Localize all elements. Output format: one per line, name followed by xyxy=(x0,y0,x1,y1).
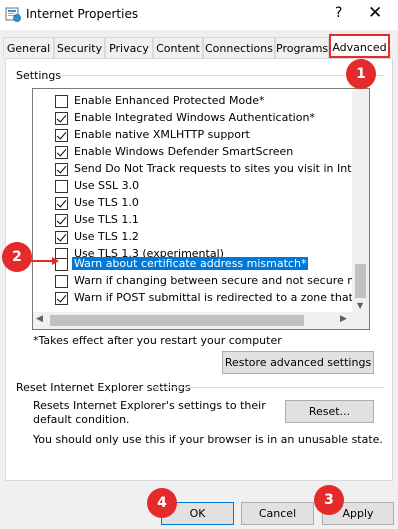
list-item-label: Use TLS 1.2 xyxy=(74,230,139,243)
checkbox[interactable] xyxy=(55,214,68,227)
vertical-scrollbar[interactable]: ▼ xyxy=(352,89,369,312)
settings-group-label: Settings xyxy=(16,69,62,82)
list-item-label: Enable Enhanced Protected Mode* xyxy=(74,94,265,107)
tab-programs[interactable]: Programs xyxy=(275,37,329,58)
list-item[interactable]: Enable native XMLHTTP support xyxy=(33,125,355,143)
reset-button[interactable]: Reset... xyxy=(285,400,374,423)
cancel-button[interactable]: Cancel xyxy=(241,502,314,525)
annotation-badge-3: 3 xyxy=(314,485,344,515)
annotation-badge-1: 1 xyxy=(346,59,376,89)
list-item[interactable]: Use TLS 1.0 xyxy=(33,193,355,211)
list-item[interactable]: Warn if POST submittal is redirected to … xyxy=(33,288,369,306)
list-item[interactable]: Enable Windows Defender SmartScreen xyxy=(33,142,355,160)
reset-divider xyxy=(149,387,384,388)
window-title: Internet Properties xyxy=(26,7,139,21)
list-item-label: Enable native XMLHTTP support xyxy=(74,128,250,141)
checkbox[interactable] xyxy=(55,95,68,108)
settings-divider xyxy=(60,75,384,76)
title-bar: Internet Properties ? ✕ xyxy=(0,0,398,30)
checkbox[interactable] xyxy=(55,275,68,288)
list-item-selected[interactable]: Warn about certificate address mismatch* xyxy=(33,254,355,272)
checkbox[interactable] xyxy=(55,163,68,176)
list-item[interactable]: Send Do Not Track requests to sites you … xyxy=(33,159,369,177)
list-item-label: Warn about certificate address mismatch* xyxy=(72,257,309,270)
horizontal-scrollbar-thumb[interactable] xyxy=(50,315,304,326)
list-item[interactable]: Use TLS 1.2 xyxy=(33,227,355,245)
list-item[interactable]: Enable Integrated Windows Authentication… xyxy=(33,108,355,126)
checkbox[interactable] xyxy=(55,180,68,193)
list-item-label: Use TLS 1.1 xyxy=(74,213,139,226)
list-item[interactable]: Use TLS 1.1 xyxy=(33,210,355,228)
annotation-arrow-icon xyxy=(28,257,59,265)
list-item-label: Enable Windows Defender SmartScreen xyxy=(74,145,294,158)
list-item-label: Use TLS 1.0 xyxy=(74,196,139,209)
list-item-label: Send Do Not Track requests to sites you … xyxy=(74,162,370,175)
checkbox[interactable] xyxy=(55,129,68,142)
tab-content[interactable]: Content xyxy=(153,37,203,58)
checkbox[interactable] xyxy=(55,292,68,305)
list-item[interactable]: Warn if changing between secure and not … xyxy=(33,271,369,289)
list-item-label: Enable Integrated Windows Authentication… xyxy=(74,111,315,124)
internet-properties-icon xyxy=(5,7,21,22)
checkbox[interactable] xyxy=(55,112,68,125)
annotation-badge-4: 4 xyxy=(147,488,177,518)
tab-connections[interactable]: Connections xyxy=(203,37,275,58)
horizontal-scrollbar[interactable]: ◀ ▶ xyxy=(33,312,353,329)
scroll-left-icon[interactable]: ◀ xyxy=(36,314,43,324)
list-item-label: Warn if POST submittal is redirected to … xyxy=(74,291,370,304)
scroll-right-icon[interactable]: ▶ xyxy=(340,314,347,324)
checkbox[interactable] xyxy=(55,231,68,244)
list-item[interactable]: Use SSL 3.0 xyxy=(33,176,355,194)
settings-list[interactable]: Enable Enhanced Protected Mode* Enable I… xyxy=(32,88,370,330)
tab-advanced[interactable]: Advanced xyxy=(329,34,390,58)
tab-general[interactable]: General xyxy=(3,37,54,58)
tab-security[interactable]: Security xyxy=(54,37,105,58)
help-button[interactable]: ? xyxy=(335,5,342,21)
tab-privacy[interactable]: Privacy xyxy=(105,37,153,58)
reset-warning: You should only use this if your browser… xyxy=(33,433,383,446)
restart-note: *Takes effect after you restart your com… xyxy=(33,334,282,347)
close-button[interactable]: ✕ xyxy=(368,3,382,23)
scroll-down-icon[interactable]: ▼ xyxy=(357,301,363,310)
list-item[interactable]: Enable Enhanced Protected Mode* xyxy=(33,91,355,109)
reset-description: Resets Internet Explorer's settings to t… xyxy=(33,399,266,426)
checkbox[interactable] xyxy=(55,146,68,159)
vertical-scrollbar-thumb[interactable] xyxy=(355,264,366,298)
restore-advanced-settings-button[interactable]: Restore advanced settings xyxy=(222,351,374,374)
list-item-label: Warn if changing between secure and not … xyxy=(74,274,370,287)
scrollbar-corner xyxy=(353,312,369,329)
list-item-label: Use SSL 3.0 xyxy=(74,179,140,192)
checkbox[interactable] xyxy=(55,197,68,210)
